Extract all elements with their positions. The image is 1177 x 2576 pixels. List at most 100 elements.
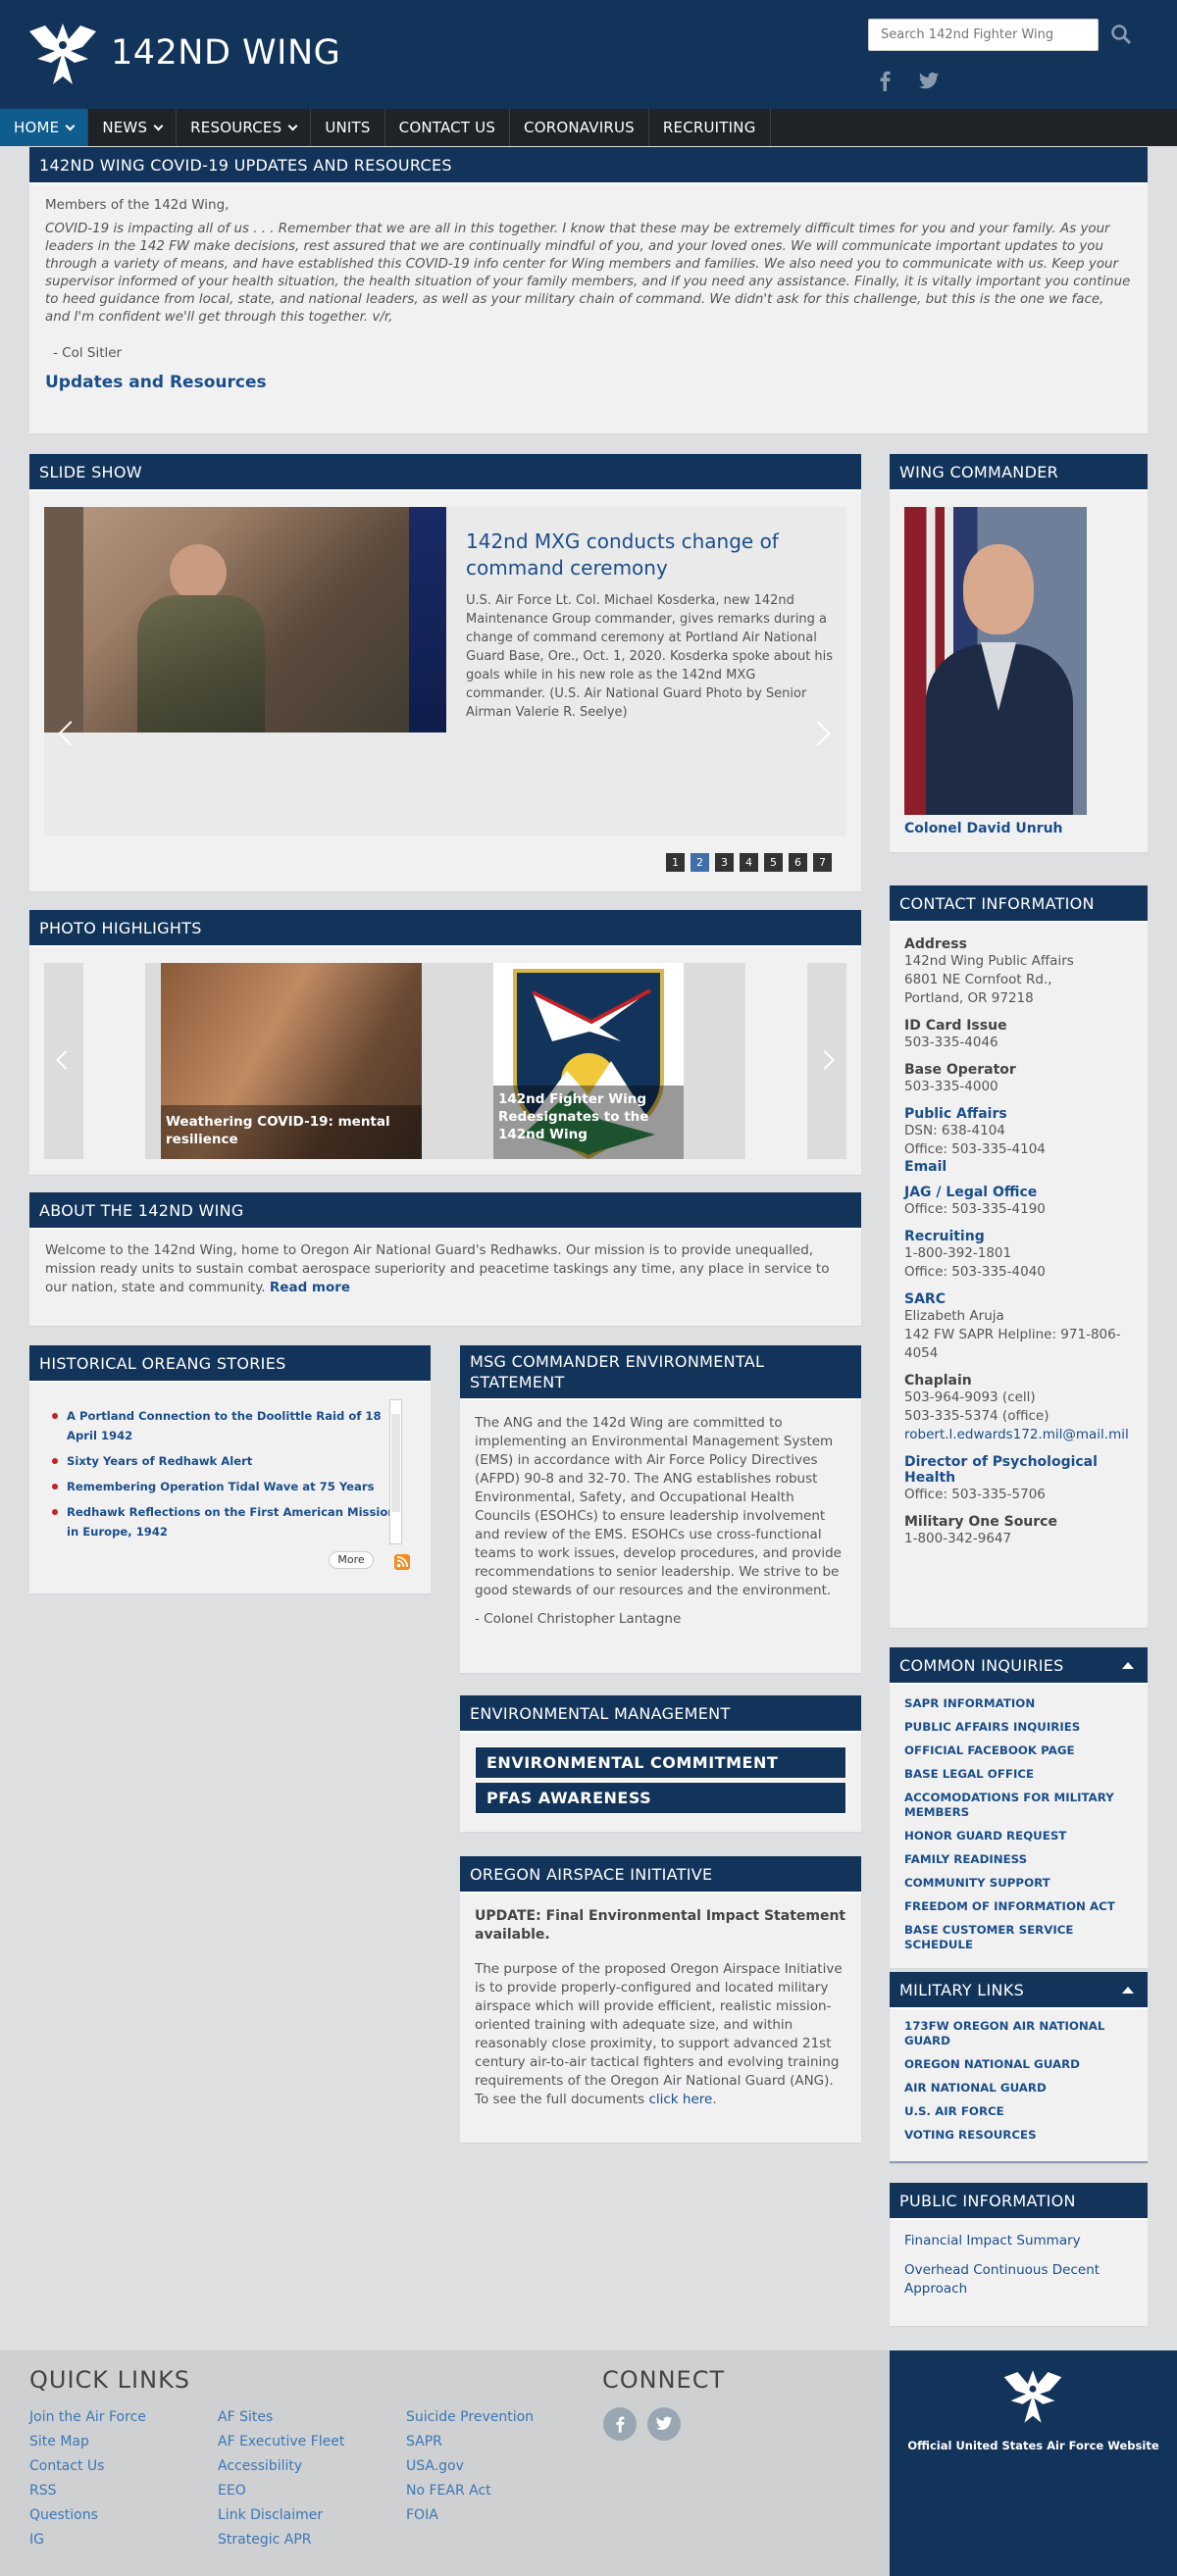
historical-item-3[interactable]: Remembering Operation Tidal Wave at 75 Y… [50, 1477, 402, 1496]
nav-recruiting[interactable]: RECRUITING [649, 109, 771, 146]
commander-face [963, 544, 1034, 634]
nav-units[interactable]: UNITS [311, 109, 385, 146]
ql-af-fleet[interactable]: AF Executive Fleet [218, 2430, 344, 2454]
collapse-up-icon[interactable] [1122, 1661, 1134, 1669]
ql-strategic-apr[interactable]: Strategic APR [218, 2528, 344, 2552]
sarc-link[interactable]: SARC [904, 1291, 1133, 1307]
chaplain-cell: 503-964-9093 (cell) [904, 1389, 1036, 1405]
commander-photo[interactable] [904, 507, 1087, 815]
nav-home[interactable]: HOME [0, 109, 89, 146]
photo-next-button[interactable] [807, 963, 846, 1159]
inquiry-community[interactable]: COMMUNITY SUPPORT [904, 1876, 1133, 1891]
click-here-link[interactable]: click here [648, 2092, 712, 2107]
pager-3[interactable]: 3 [715, 853, 734, 872]
ql-af-sites[interactable]: AF Sites [218, 2405, 344, 2430]
historical-scrollbar[interactable] [389, 1399, 402, 1544]
nav-contact-us[interactable]: CONTACT US [385, 109, 511, 146]
photo-prev-button[interactable] [44, 963, 83, 1159]
ql-no-fear[interactable]: No FEAR Act [406, 2479, 534, 2503]
inquiry-accomodations[interactable]: ACCOMODATIONS FOR MILITARY MEMBERS [904, 1791, 1133, 1820]
footer-facebook-icon[interactable] [603, 2407, 637, 2441]
inquiry-customer-service[interactable]: BASE CUSTOMER SERVICE SCHEDULE [904, 1923, 1133, 1952]
ql-suicide-prevention[interactable]: Suicide Prevention [406, 2405, 534, 2430]
id-card-phone: 503-335-4046 [904, 1035, 998, 1050]
nav-coronavirus[interactable]: CORONAVIRUS [510, 109, 649, 146]
ql-join[interactable]: Join the Air Force [29, 2405, 146, 2430]
pager-2[interactable]: 2 [691, 853, 709, 872]
pager-4[interactable]: 4 [740, 853, 758, 872]
military-link-voting[interactable]: VOTING RESOURCES [904, 2128, 1133, 2143]
slideshow-panel: SLIDE SHOW 142nd MXG conducts change of … [29, 454, 861, 891]
jag-link[interactable]: JAG / Legal Office [904, 1185, 1133, 1200]
search-input[interactable] [868, 19, 1099, 51]
ql-eeo[interactable]: EEO [218, 2479, 344, 2503]
military-link-usaf[interactable]: U.S. AIR FORCE [904, 2104, 1133, 2119]
rss-icon[interactable] [394, 1554, 410, 1570]
pager-1[interactable]: 1 [666, 853, 685, 872]
search-icon[interactable] [1109, 23, 1133, 46]
chaplain-email-link[interactable]: robert.l.edwards172.mil@mail.mil [904, 1426, 1133, 1444]
pager-5[interactable]: 5 [764, 853, 783, 872]
financial-impact-link[interactable]: Financial Impact Summary [904, 2232, 1133, 2250]
slide-title[interactable]: 142nd MXG conducts change of command cer… [466, 529, 829, 581]
ql-usa-gov[interactable]: USA.gov [406, 2454, 534, 2479]
recruiting-link[interactable]: Recruiting [904, 1229, 1133, 1244]
commander-name[interactable]: Colonel David Unruh [904, 821, 1063, 836]
inquiry-legal[interactable]: BASE LEGAL OFFICE [904, 1767, 1133, 1782]
historical-panel: HISTORICAL OREANG STORIES A Portland Con… [29, 1345, 431, 1593]
inquiry-family[interactable]: FAMILY READINESS [904, 1852, 1133, 1867]
pfas-awareness-button[interactable]: PFAS AWARENESS [475, 1782, 846, 1814]
air-force-logo-icon[interactable] [27, 22, 98, 86]
military-link-oregon-ng[interactable]: OREGON NATIONAL GUARD [904, 2057, 1133, 2072]
inquiry-sapr[interactable]: SAPR INFORMATION [904, 1696, 1133, 1711]
more-button[interactable]: More [329, 1551, 374, 1569]
photo-card-2[interactable]: 142nd Fighter Wing Redesignates to the 1… [451, 963, 745, 1159]
historical-item-1[interactable]: A Portland Connection to the Doolittle R… [50, 1406, 402, 1445]
nav-resources[interactable]: RESOURCES [177, 109, 312, 146]
airspace-body: The purpose of the proposed Oregon Airsp… [475, 1960, 846, 2109]
site-title[interactable]: 142ND WING [111, 33, 340, 73]
af-official-box[interactable]: Official United States Air Force Website [890, 2350, 1177, 2576]
twitter-icon[interactable] [918, 72, 940, 91]
nav-news[interactable]: NEWS [88, 109, 178, 146]
military-link-ang[interactable]: AIR NATIONAL GUARD [904, 2081, 1133, 2096]
collapse-up-icon[interactable] [1122, 1986, 1134, 1994]
slide-person-body [137, 595, 265, 732]
ql-ig[interactable]: IG [29, 2528, 146, 2552]
email-link[interactable]: Email [904, 1159, 1133, 1175]
military-links-header[interactable]: MILITARY LINKS [890, 1972, 1148, 2009]
slide-next-arrow-icon[interactable] [805, 721, 831, 746]
historical-item-2[interactable]: Sixty Years of Redhawk Alert [50, 1451, 402, 1471]
military-link-173fw[interactable]: 173FW OREGON AIR NATIONAL GUARD [904, 2019, 1133, 2048]
overhead-approach-link[interactable]: Overhead Continuous Decent Approach [904, 2261, 1133, 2298]
slide-photo[interactable] [44, 507, 446, 732]
updates-resources-link[interactable]: Updates and Resources [45, 373, 1132, 392]
pager-6[interactable]: 6 [789, 853, 807, 872]
ql-rss[interactable]: RSS [29, 2479, 146, 2503]
inquiry-foia[interactable]: FREEDOM OF INFORMATION ACT [904, 1899, 1133, 1914]
id-card-label: ID Card Issue [904, 1018, 1007, 1034]
covid-greeting: Members of the 142d Wing, [45, 197, 230, 213]
inquiry-honor-guard[interactable]: HONOR GUARD REQUEST [904, 1829, 1133, 1844]
ql-accessibility[interactable]: Accessibility [218, 2454, 344, 2479]
footer-twitter-icon[interactable] [647, 2407, 681, 2441]
ql-sapr[interactable]: SAPR [406, 2430, 534, 2454]
photo-card-1[interactable]: Weathering COVID-19: mental resilience [145, 963, 473, 1159]
public-affairs-link[interactable]: Public Affairs [904, 1106, 1133, 1122]
read-more-link[interactable]: Read more [270, 1280, 350, 1295]
ql-questions[interactable]: Questions [29, 2503, 146, 2528]
ql-contact[interactable]: Contact Us [29, 2454, 146, 2479]
facebook-icon[interactable] [875, 70, 895, 91]
environmental-commitment-button[interactable]: ENVIRONMENTAL COMMITMENT [475, 1746, 846, 1779]
inquiry-public-affairs[interactable]: PUBLIC AFFAIRS INQUIRIES [904, 1720, 1133, 1735]
inquiries-header[interactable]: COMMON INQUIRIES [890, 1647, 1148, 1685]
inquiry-facebook[interactable]: OFFICIAL FACEBOOK PAGE [904, 1743, 1133, 1758]
pager-7[interactable]: 7 [813, 853, 832, 872]
ql-site-map[interactable]: Site Map [29, 2430, 146, 2454]
ql-link-disclaimer[interactable]: Link Disclaimer [218, 2503, 344, 2528]
historical-item-4[interactable]: Redhawk Reflections on the First America… [50, 1502, 402, 1541]
ql-foia[interactable]: FOIA [406, 2503, 534, 2528]
psych-health-link[interactable]: Director of Psychological Health [904, 1454, 1133, 1486]
scrollbar-thumb[interactable] [391, 1414, 400, 1512]
slide-pager: 1 2 3 4 5 6 7 [666, 853, 832, 872]
